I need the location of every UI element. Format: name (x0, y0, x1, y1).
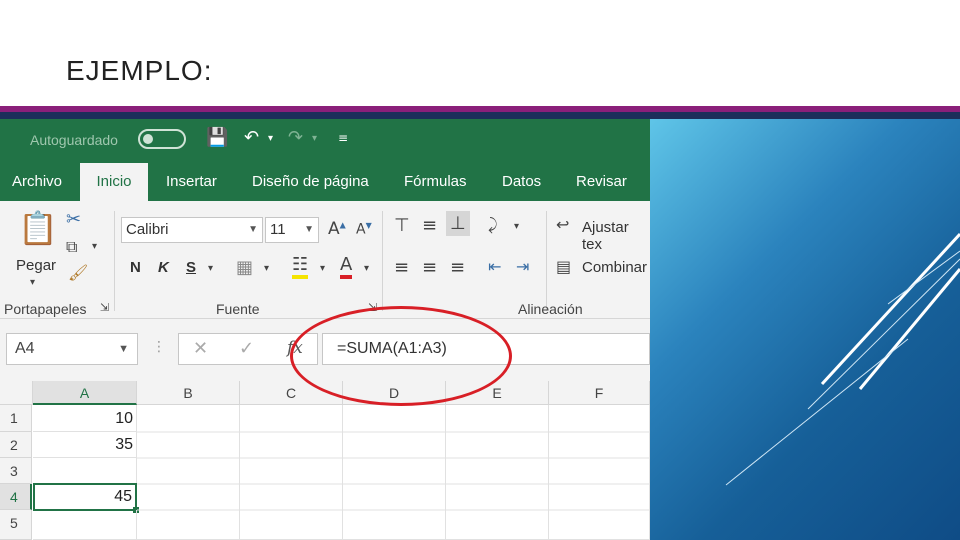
row-header-4[interactable]: 4 (0, 484, 32, 510)
clipboard-group-label: Portapapeles (4, 301, 87, 317)
fill-color-icon[interactable]: ☷ (292, 255, 309, 279)
fill-color-dropdown-icon[interactable]: ▾ (320, 263, 325, 274)
column-header-f[interactable]: F (549, 381, 650, 405)
more-options-icon[interactable]: ⋮ (152, 339, 166, 355)
decrease-font-icon[interactable]: A▼ (356, 221, 372, 238)
autosave-label: Autoguardado (30, 132, 118, 148)
align-right-icon[interactable]: ≡ (450, 257, 465, 278)
ribbon: 📋 Pegar ▾ ✂ ⧉ ▾ 🖌 Portapapeles ⇲ Calibri… (0, 201, 650, 319)
italic-button[interactable]: K (158, 259, 169, 276)
cut-icon[interactable]: ✂ (66, 209, 81, 230)
select-all-corner[interactable] (0, 381, 33, 405)
row-header-5[interactable]: 5 (0, 510, 32, 540)
save-icon[interactable]: 💾 (206, 127, 228, 148)
paste-icon[interactable]: 📋 (18, 209, 58, 247)
row-header-3[interactable]: 3 (0, 458, 32, 484)
ribbon-tabs: Archivo Inicio Insertar Diseño de página… (0, 163, 650, 201)
redo-icon[interactable]: ↷ (288, 127, 303, 148)
font-color-icon[interactable]: A (340, 255, 353, 279)
column-header-b[interactable]: B (137, 381, 240, 405)
ribbon-separator (114, 211, 115, 311)
customize-toolbar-icon[interactable]: ≡ (338, 131, 348, 145)
title-bar: Autoguardado 💾 ↶ ▾ ↷ ▾ ≡ (0, 119, 650, 163)
borders-icon[interactable]: ▦ (236, 257, 253, 278)
cancel-icon[interactable]: ✕ (193, 338, 208, 359)
row-header-2[interactable]: 2 (0, 432, 32, 458)
clipboard-launcher-icon[interactable]: ⇲ (100, 301, 109, 314)
slide-title: EJEMPLO: (66, 55, 213, 86)
paste-button-label[interactable]: Pegar (16, 257, 56, 274)
align-middle-icon[interactable]: ≡ (422, 215, 437, 236)
wrap-text-icon[interactable]: ↩ (556, 215, 569, 234)
decorative-blue-panel (650, 119, 960, 540)
ribbon-separator (382, 211, 383, 311)
spreadsheet-grid: A B C D E F 1 2 3 4 5 10 35 45 (0, 381, 650, 540)
font-color-dropdown-icon[interactable]: ▾ (364, 263, 369, 274)
underline-dropdown-icon[interactable]: ▾ (208, 263, 213, 274)
name-box[interactable]: A4 ▼ (6, 333, 138, 365)
accent-bar-dark (0, 112, 960, 119)
copy-dropdown-icon[interactable]: ▾ (92, 241, 97, 252)
bold-button[interactable]: N (130, 259, 141, 276)
column-header-a[interactable]: A (33, 381, 137, 405)
borders-dropdown-icon[interactable]: ▾ (264, 263, 269, 274)
align-bottom-icon[interactable]: ⊥ (446, 211, 470, 236)
format-painter-icon[interactable]: 🖌 (68, 263, 88, 282)
tab-archivo[interactable]: Archivo (12, 163, 62, 201)
undo-dropdown-icon[interactable]: ▾ (268, 133, 273, 144)
merge-button[interactable]: Combinar (582, 259, 647, 276)
alignment-group-label: Alineación (518, 301, 583, 317)
enter-icon[interactable]: ✓ (239, 338, 254, 359)
redo-dropdown-icon[interactable]: ▾ (312, 133, 317, 144)
increase-font-icon[interactable]: A▲ (328, 219, 346, 239)
align-center-icon[interactable]: ≡ (422, 257, 437, 278)
decrease-indent-icon[interactable]: ⇤ (488, 257, 501, 276)
ribbon-separator (546, 211, 547, 311)
tab-insertar[interactable]: Insertar (166, 163, 217, 201)
wrap-text-button[interactable]: Ajustar tex (582, 219, 650, 253)
paste-dropdown-icon[interactable]: ▾ (30, 277, 35, 288)
tab-formulas[interactable]: Fórmulas (404, 163, 467, 201)
underline-button[interactable]: S (186, 259, 196, 276)
autosave-toggle[interactable] (138, 129, 186, 149)
row-header-1[interactable]: 1 (0, 405, 32, 432)
tab-datos[interactable]: Datos (502, 163, 541, 201)
highlight-ellipse (290, 306, 512, 406)
font-name-select[interactable]: Calibri ▼ (121, 217, 263, 243)
font-group-label: Fuente (216, 301, 260, 317)
align-left-icon[interactable]: ≡ (394, 257, 409, 278)
row-gridlines (137, 431, 650, 511)
tab-inicio[interactable]: Inicio (80, 163, 148, 201)
font-size-select[interactable]: 11 ▼ (265, 217, 319, 243)
tab-revisar[interactable]: Revisar (576, 163, 627, 201)
copy-icon[interactable]: ⧉ (66, 237, 77, 257)
decorative-lines (725, 232, 960, 486)
tab-diseno-pagina[interactable]: Diseño de página (252, 163, 369, 201)
merge-icon[interactable]: ▤ (556, 257, 571, 276)
undo-icon[interactable]: ↶ (244, 127, 259, 148)
orientation-icon[interactable]: ⤸ (488, 215, 498, 235)
increase-indent-icon[interactable]: ⇥ (516, 257, 529, 276)
align-top-icon[interactable]: ⊤ (394, 215, 410, 236)
orientation-dropdown-icon[interactable]: ▾ (514, 221, 519, 232)
